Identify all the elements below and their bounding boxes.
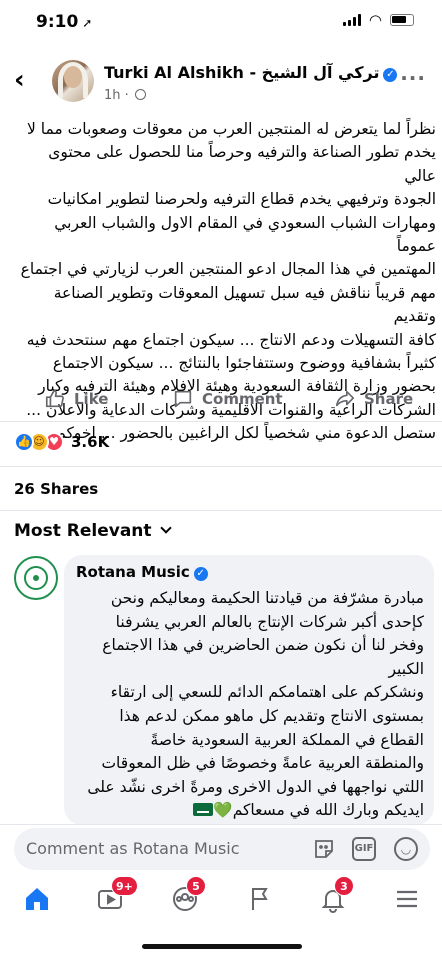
nav-groups[interactable]: 5: [170, 876, 206, 914]
post-time: 1h ·: [104, 88, 146, 103]
more-icon[interactable]: ···: [400, 66, 426, 90]
share-icon: [335, 390, 355, 407]
back-icon[interactable]: ‹: [14, 67, 38, 94]
comment-bubble: Rotana Music ✓ مبادرة مشرّفة من قيادتنا ا…: [64, 555, 434, 825]
green-heart-icon: 💚: [213, 801, 233, 820]
gif-icon[interactable]: GIF: [352, 837, 376, 861]
signal-icon: [342, 14, 361, 26]
like-label: Like: [74, 390, 109, 408]
menu-icon: [397, 890, 417, 908]
divider: [0, 510, 442, 511]
pages-icon: [252, 888, 268, 910]
globe-icon: [134, 89, 146, 100]
like-button[interactable]: Like: [44, 388, 108, 410]
comment-label: Comment: [202, 390, 283, 408]
battery-icon: [390, 14, 414, 26]
comment-button[interactable]: Comment: [172, 388, 283, 410]
notifications-badge: 3: [334, 876, 354, 896]
nav-home[interactable]: [22, 884, 52, 914]
reaction-count: 3.6K: [71, 433, 110, 451]
nav-menu[interactable]: [392, 884, 422, 914]
verified-icon: ✓: [193, 567, 208, 581]
comment-composer[interactable]: Comment as Rotana Music GIF ◡: [14, 828, 430, 870]
status-time: 9:10 ➚: [36, 12, 93, 32]
chevron-down-icon: [159, 522, 172, 534]
shares-count[interactable]: 26 Shares: [14, 480, 98, 498]
home-icon: [26, 888, 48, 910]
share-button[interactable]: Share: [334, 388, 413, 410]
comment-text: مبادرة مشرّفة من قيادتنا الحكيمة ومعاليك…: [87, 589, 424, 820]
location-icon: ➚: [82, 16, 93, 30]
post-actions: Like Comment Share: [0, 388, 442, 418]
status-icons: ◠: [342, 11, 414, 29]
divider: [0, 824, 442, 825]
like-reaction-icon: 👍: [14, 432, 34, 452]
composer-placeholder: Comment as Rotana Music: [26, 839, 240, 858]
bottom-nav: 9+ 5 3: [0, 876, 442, 922]
nav-notifications[interactable]: 3: [318, 876, 354, 914]
like-icon: [45, 389, 64, 408]
share-label: Share: [364, 390, 414, 408]
comment-author[interactable]: Rotana Music ✓: [76, 563, 208, 581]
verified-icon: ✓: [383, 68, 398, 82]
groups-badge: 5: [186, 876, 206, 896]
post-author[interactable]: Turki Al Alshikh - تركي آل الشيخ ✓: [104, 63, 398, 82]
home-indicator: [142, 944, 302, 949]
status-bar: 9:10 ➚ ◠: [0, 0, 442, 48]
emoji-icon[interactable]: ◡: [394, 837, 418, 861]
commenter-avatar[interactable]: [14, 556, 58, 600]
comment-icon: [174, 390, 192, 408]
comments-filter[interactable]: Most Relevant: [14, 521, 172, 541]
wifi-icon: ◠: [368, 11, 382, 29]
divider: [0, 421, 442, 422]
author-avatar[interactable]: [52, 60, 94, 102]
saudi-flag-icon: [193, 803, 214, 817]
nav-watch[interactable]: 9+: [95, 876, 138, 914]
sticker-icon[interactable]: [312, 837, 336, 861]
nav-pages[interactable]: [245, 884, 275, 914]
reactions-summary[interactable]: 👍 ☺ ♥ 3.6K: [14, 432, 109, 452]
watch-badge: 9+: [111, 876, 138, 896]
divider: [0, 466, 442, 467]
